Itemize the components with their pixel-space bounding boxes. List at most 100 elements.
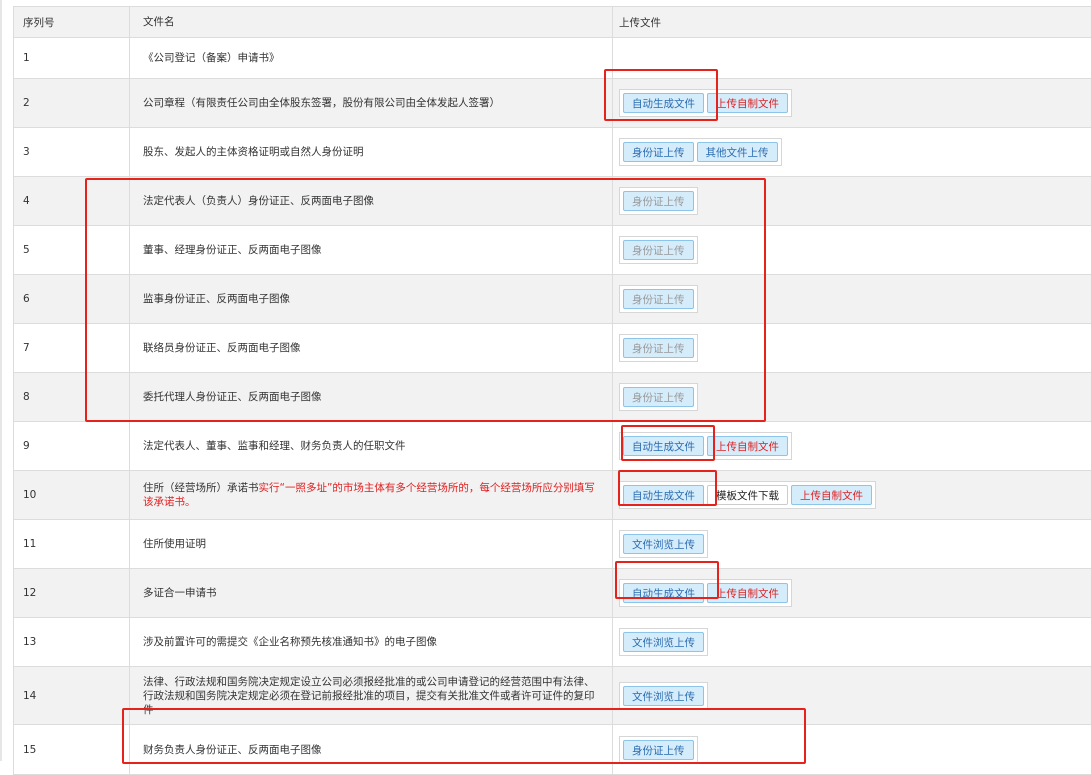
file-name-text: 股东、发起人的主体资格证明或自然人身份证明	[143, 145, 364, 159]
row-file-name-cell: 《公司登记（备案）申请书》	[130, 38, 613, 78]
row-index: 1	[14, 38, 130, 78]
row-index: 10	[14, 471, 130, 519]
button-group: 身份证上传	[619, 187, 698, 215]
left-edge	[0, 0, 2, 761]
button-group: 自动生成文件 模板文件下载 上传自制文件	[619, 481, 876, 509]
upload-custom-file-button[interactable]: 上传自制文件	[791, 485, 872, 505]
table-row: 13 涉及前置许可的需提交《企业名称预先核准通知书》的电子图像 文件浏览上传	[14, 618, 1091, 667]
row-file-name-cell: 监事身份证正、反两面电子图像	[130, 275, 613, 323]
button-group: 身份证上传	[619, 285, 698, 313]
button-group: 文件浏览上传	[619, 681, 708, 710]
table-row: 2 公司章程（有限责任公司由全体股东签署，股份有限公司由全体发起人签署） 自动生成文…	[14, 79, 1091, 128]
id-card-upload-button[interactable]: 身份证上传	[623, 338, 694, 358]
table-row: 5 董事、经理身份证正、反两面电子图像 身份证上传	[14, 226, 1091, 275]
header-upload: 上传文件	[619, 16, 661, 29]
row-file-name-cell: 股东、发起人的主体资格证明或自然人身份证明	[130, 128, 613, 176]
row-file-name-cell: 委托代理人身份证正、反两面电子图像	[130, 373, 613, 421]
file-name: 财务负责人身份证正、反两面电子图像	[143, 743, 322, 756]
id-card-upload-button[interactable]: 身份证上传	[623, 191, 694, 211]
row-upload-cell: 身份证上传	[613, 275, 1091, 323]
file-name: 住所（经营场所）承诺书	[143, 482, 259, 494]
file-name: 住所使用证明	[143, 538, 206, 550]
id-card-upload-button[interactable]: 身份证上传	[623, 240, 694, 260]
id-card-upload-button[interactable]: 身份证上传	[623, 387, 694, 407]
row-index: 7	[14, 324, 130, 372]
button-group: 自动生成文件 上传自制文件	[619, 89, 792, 117]
table-row: 4 法定代表人（负责人）身份证正、反两面电子图像 身份证上传	[14, 177, 1091, 226]
row-upload-cell: 自动生成文件 上传自制文件	[613, 569, 1091, 617]
id-card-upload-button[interactable]: 身份证上传	[623, 739, 694, 760]
row-upload-cell: 身份证上传	[613, 725, 1091, 774]
file-name: 委托代理人身份证正、反两面电子图像	[143, 391, 322, 403]
header-file-name: 文件名	[130, 7, 613, 37]
row-index: 3	[14, 128, 130, 176]
row-file-name-cell: 财务负责人身份证正、反两面电子图像	[130, 725, 613, 774]
button-group: 身份证上传	[619, 383, 698, 411]
file-name: 监事身份证正、反两面电子图像	[143, 293, 290, 305]
table-row: 12 多证合一申请书 自动生成文件 上传自制文件	[14, 569, 1091, 618]
template-download-button[interactable]: 模板文件下载	[707, 485, 788, 505]
row-upload-cell: 文件浏览上传	[613, 618, 1091, 666]
file-name-text: 公司章程（有限责任公司由全体股东签署，股份有限公司由全体发起人签署）	[143, 96, 500, 110]
row-file-name-cell: 法律、行政法规和国务院决定规定设立公司必须报经批准的或公司申请登记的经营范围中有…	[130, 667, 613, 724]
auto-generate-button[interactable]: 自动生成文件	[623, 485, 704, 505]
file-name: 法律、行政法规和国务院决定规定设立公司必须报经批准的或公司申请登记的经营范围中有…	[143, 675, 595, 716]
upload-custom-file-button[interactable]: 上传自制文件	[707, 93, 788, 113]
auto-generate-button[interactable]: 自动生成文件	[623, 93, 704, 113]
table-row: 10 住所（经营场所）承诺书实行“一照多址”的市场主体有多个经营场所的，每个经营场…	[14, 471, 1091, 520]
row-index: 6	[14, 275, 130, 323]
file-name: 涉及前置许可的需提交《企业名称预先核准通知书》的电子图像	[143, 636, 437, 648]
row-upload-cell: 身份证上传	[613, 177, 1091, 225]
row-upload-cell	[613, 38, 1091, 78]
row-file-name-cell: 公司章程（有限责任公司由全体股东签署，股份有限公司由全体发起人签署）	[130, 79, 613, 127]
file-name-text: 《公司登记（备案）申请书》	[143, 51, 280, 65]
button-group: 身份证上传	[619, 735, 698, 764]
row-upload-cell: 自动生成文件 模板文件下载 上传自制文件	[613, 471, 1091, 519]
file-name-text: 法定代表人、董事、监事和经理、财务负责人的任职文件	[143, 439, 406, 453]
button-group: 自动生成文件 上传自制文件	[619, 579, 792, 607]
row-index: 8	[14, 373, 130, 421]
header-index: 序列号	[14, 7, 130, 37]
file-name-text: 委托代理人身份证正、反两面电子图像	[143, 390, 322, 404]
other-file-upload-button[interactable]: 其他文件上传	[696, 142, 778, 162]
auto-generate-button[interactable]: 自动生成文件	[623, 436, 704, 456]
row-file-name-cell: 住所使用证明	[130, 520, 613, 568]
id-card-upload-button[interactable]: 身份证上传	[623, 142, 694, 162]
table-row: 8 委托代理人身份证正、反两面电子图像 身份证上传	[14, 373, 1091, 422]
upload-custom-file-button[interactable]: 上传自制文件	[707, 583, 788, 603]
table-row: 15 财务负责人身份证正、反两面电子图像 身份证上传	[14, 725, 1091, 775]
button-group: 文件浏览上传	[619, 628, 708, 656]
browse-upload-button[interactable]: 文件浏览上传	[623, 632, 704, 652]
file-name: 《公司登记（备案）申请书》	[143, 52, 280, 64]
row-index: 15	[14, 725, 130, 774]
table-row: 1 《公司登记（备案）申请书》	[14, 38, 1091, 79]
row-upload-cell: 身份证上传	[613, 324, 1091, 372]
row-upload-cell: 文件浏览上传	[613, 667, 1091, 724]
row-index: 9	[14, 422, 130, 470]
file-name-text: 住所使用证明	[143, 537, 206, 551]
button-group: 自动生成文件 上传自制文件	[619, 432, 792, 460]
row-file-name-cell: 涉及前置许可的需提交《企业名称预先核准通知书》的电子图像	[130, 618, 613, 666]
auto-generate-button[interactable]: 自动生成文件	[623, 583, 704, 603]
table-row: 6 监事身份证正、反两面电子图像 身份证上传	[14, 275, 1091, 324]
row-upload-cell: 身份证上传 其他文件上传	[613, 128, 1091, 176]
row-file-name-cell: 多证合一申请书	[130, 569, 613, 617]
row-upload-cell: 自动生成文件 上传自制文件	[613, 422, 1091, 470]
file-name: 法定代表人（负责人）身份证正、反两面电子图像	[143, 195, 374, 207]
row-upload-cell: 身份证上传	[613, 226, 1091, 274]
file-name-text: 董事、经理身份证正、反两面电子图像	[143, 243, 322, 257]
browse-upload-button[interactable]: 文件浏览上传	[623, 685, 704, 706]
file-name: 联络员身份证正、反两面电子图像	[143, 342, 301, 354]
upload-custom-file-button[interactable]: 上传自制文件	[707, 436, 788, 456]
file-name-text: 住所（经营场所）承诺书实行“一照多址”的市场主体有多个经营场所的，每个经营场所应…	[143, 481, 604, 509]
id-card-upload-button[interactable]: 身份证上传	[623, 289, 694, 309]
browse-upload-button[interactable]: 文件浏览上传	[623, 534, 704, 554]
button-group: 文件浏览上传	[619, 530, 708, 558]
row-file-name-cell: 法定代表人（负责人）身份证正、反两面电子图像	[130, 177, 613, 225]
file-name-text: 涉及前置许可的需提交《企业名称预先核准通知书》的电子图像	[143, 635, 437, 649]
file-name-text: 联络员身份证正、反两面电子图像	[143, 341, 301, 355]
row-index: 14	[14, 667, 130, 724]
file-name-text: 财务负责人身份证正、反两面电子图像	[143, 743, 322, 757]
file-name: 法定代表人、董事、监事和经理、财务负责人的任职文件	[143, 440, 406, 452]
table-header: 序列号 文件名 上传文件	[14, 7, 1091, 38]
